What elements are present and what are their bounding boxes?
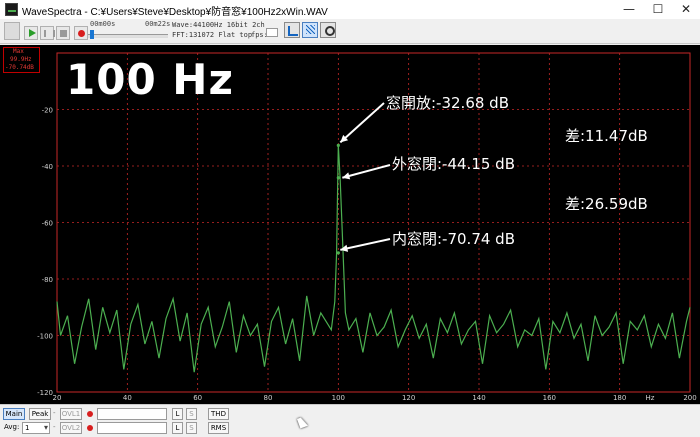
ovl1-l-button[interactable]: L [172, 408, 183, 420]
peak-point [336, 176, 340, 180]
seek-thumb[interactable] [90, 30, 94, 39]
open-file-icon[interactable] [4, 22, 20, 40]
y-tick-label: -40 [42, 163, 53, 171]
y-tick-label: -80 [42, 276, 53, 284]
avg-select[interactable]: 1 [22, 422, 50, 434]
x-tick-label: 180 [613, 394, 626, 402]
spectrum-view-icon[interactable] [284, 22, 300, 38]
main-button[interactable]: Main [3, 408, 25, 420]
x-tick-label: 100 [332, 394, 345, 402]
annotation-inner-closed: 内窓閉:-70.74 dB [392, 230, 515, 248]
rms-button[interactable]: RMS [208, 422, 229, 434]
max-level: -70.74dB [5, 64, 34, 71]
spectrum-display: 20 40 60 80 100 120 140 160 180 200 Hz -20 -40 -60 -80… [0, 45, 700, 404]
arrow-inner-closed-head [340, 244, 349, 252]
ovl2-button[interactable]: OVL2 [60, 422, 82, 434]
seek-bar[interactable] [88, 34, 168, 38]
x-tick-label: 40 [123, 394, 132, 402]
app-icon [5, 3, 18, 16]
ovl1-button[interactable]: OVL1 [60, 408, 82, 420]
spectrogram-view-icon[interactable] [302, 22, 318, 38]
x-tick-label: 60 [193, 394, 202, 402]
settings-icon[interactable] [320, 22, 336, 38]
x-tick-label: 160 [543, 394, 556, 402]
ovl1-s-button[interactable]: S [186, 408, 197, 420]
avg-label: Avg: [4, 423, 20, 431]
arrow-outer-closed [342, 164, 391, 179]
stop-icon[interactable] [56, 26, 70, 40]
wave-info: Wave:44100Hz 16bit 2ch [172, 21, 265, 29]
play-icon[interactable] [24, 26, 38, 40]
close-button[interactable]: ✕ [668, 0, 700, 19]
max-label: Max [13, 48, 24, 55]
record-icon[interactable] [74, 26, 88, 40]
annotation-diff-1: 差:11.47dB [565, 127, 648, 145]
arrow-window-open [339, 102, 385, 144]
x-tick-label: 140 [472, 394, 485, 402]
annotation-outer-closed: 外窓閉:-44.15 dB [392, 155, 515, 173]
y-tick-label: -20 [42, 107, 53, 115]
peak-button[interactable]: Peak [29, 408, 51, 420]
ovl1-record-icon[interactable] [87, 411, 93, 417]
x-tick-label: 80 [264, 394, 273, 402]
frequency-title: 100 Hz [66, 55, 234, 104]
y-tick-label: -120 [37, 389, 53, 397]
y-tick-label: -100 [37, 333, 53, 341]
fps-field [266, 28, 278, 37]
annotation-diff-2: 差:26.59dB [565, 195, 648, 213]
ovl2-record-icon[interactable] [87, 425, 93, 431]
ovl2-s-button[interactable]: S [186, 422, 197, 434]
time-end: 00m22s [145, 20, 171, 28]
title-bar: WaveSpectra - C:¥Users¥Steve¥Desktop¥防音窓… [0, 0, 700, 19]
y-tick-label: -60 [42, 220, 53, 228]
peak-point [336, 143, 340, 147]
x-axis-label: Hz [646, 394, 655, 402]
time-start: 00m00s [90, 20, 116, 28]
window-title: WaveSpectra - C:¥Users¥Steve¥Desktop¥防音窓… [22, 7, 328, 18]
pause-icon[interactable] [40, 26, 55, 40]
fft-info: FFT:131072 Flat top [172, 31, 253, 39]
arrow-inner-closed [340, 238, 391, 251]
ovl2-field[interactable] [97, 422, 167, 434]
annotation-window-open: 窓開放:-32.68 dB [386, 94, 509, 112]
max-readout: Max 99.9Hz -70.74dB [3, 47, 40, 73]
x-tick-label: 20 [53, 394, 62, 402]
ovl2-l-button[interactable]: L [172, 422, 183, 434]
x-tick-label: 200 [683, 394, 696, 402]
spectrum-line [56, 145, 691, 373]
ovl1-field[interactable] [97, 408, 167, 420]
thd-button[interactable]: THD [208, 408, 229, 420]
peak-point [336, 251, 340, 255]
max-freq: 99.9Hz [10, 56, 32, 63]
x-tick-label: 120 [402, 394, 415, 402]
